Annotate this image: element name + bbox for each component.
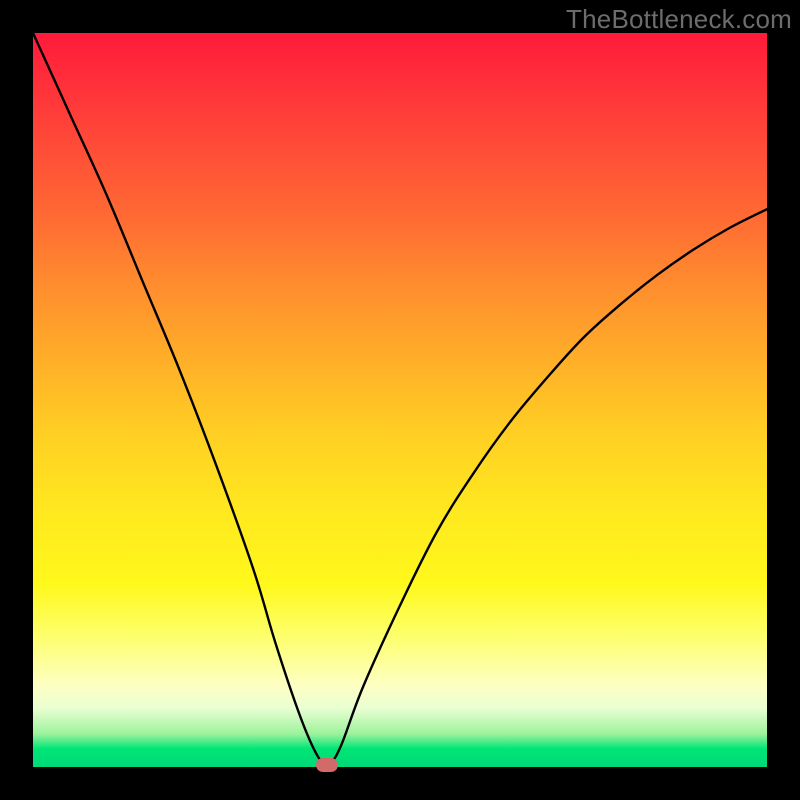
optimal-point-marker [316,758,338,772]
plot-area [33,33,767,767]
watermark-text: TheBottleneck.com [566,4,792,35]
bottleneck-curve [33,33,767,767]
chart-frame: TheBottleneck.com [0,0,800,800]
